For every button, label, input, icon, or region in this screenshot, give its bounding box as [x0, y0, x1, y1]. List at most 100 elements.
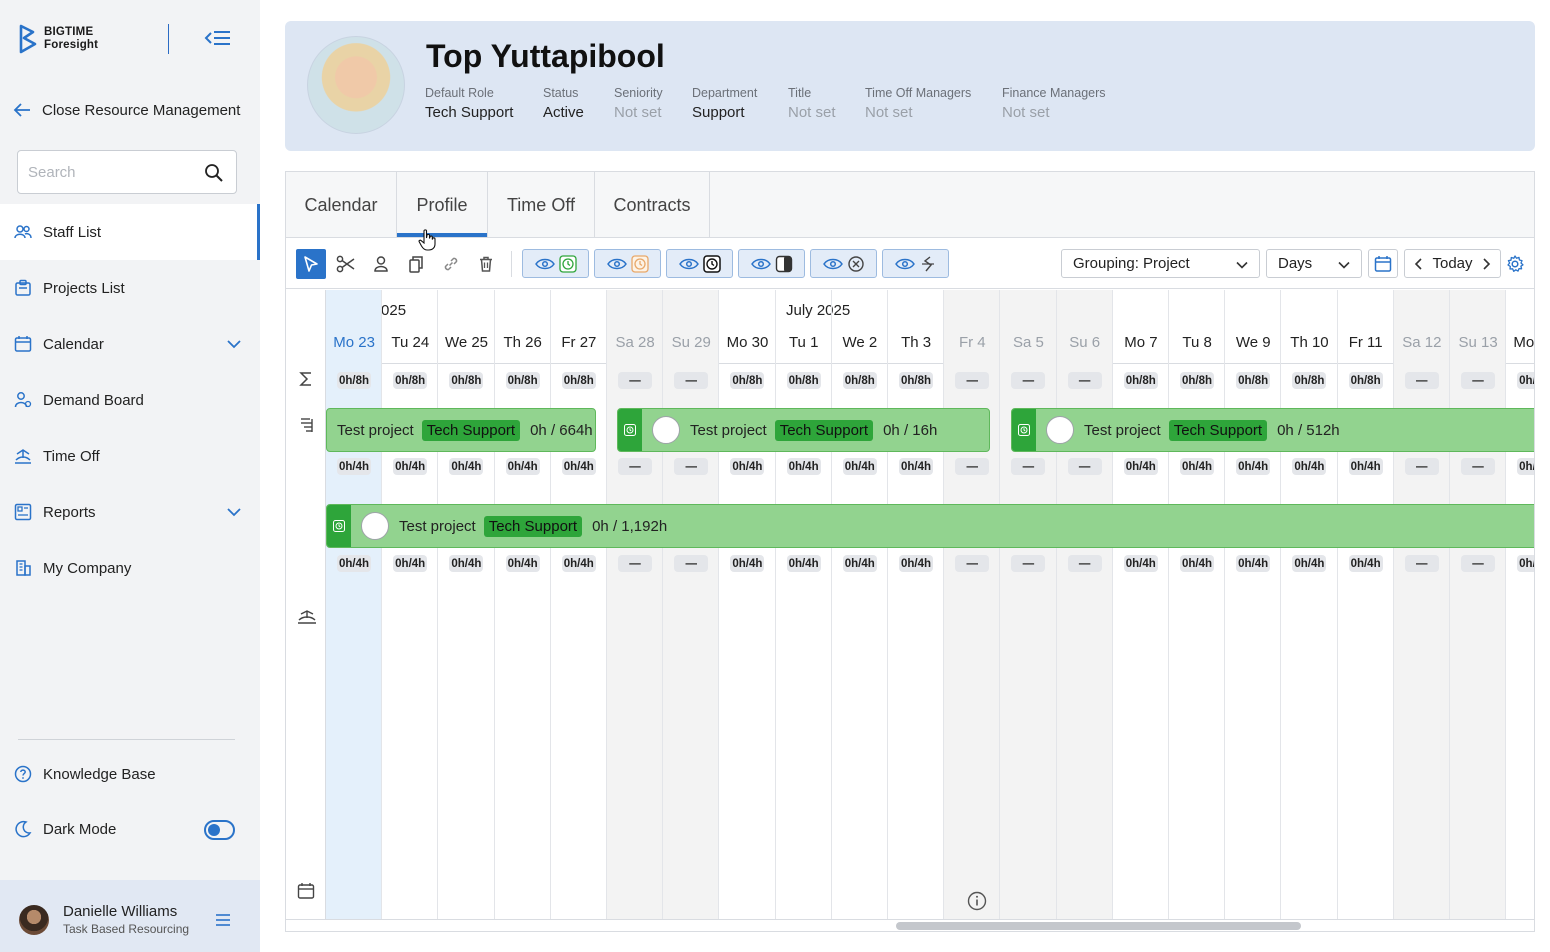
hours-label: 0h / 16h	[883, 421, 938, 439]
calendar-grid: June 2025 July 2025 Mo 230h/8h0h/4h0h/4h…	[286, 290, 1534, 920]
horizontal-scrollbar[interactable]	[896, 922, 1301, 930]
day-label: Tu 1	[788, 334, 819, 351]
close-resource-management-link[interactable]: Close Resource Management	[12, 100, 240, 120]
sidebar-item-label: Reports	[43, 503, 96, 521]
capacity-chip: 0h/8h	[1292, 372, 1327, 389]
time-off-icon	[15, 449, 31, 464]
capacity-chip: 0h/4h	[842, 555, 877, 572]
tab-profile[interactable]: Profile	[397, 172, 488, 238]
capacity-chip: 0h/4h	[730, 458, 765, 475]
select-tool-button[interactable]	[296, 249, 326, 279]
toggle-visibility-clock-orange[interactable]	[594, 249, 661, 278]
project-group-icon	[301, 418, 313, 432]
sidebar-item-demand-board[interactable]: Demand Board	[0, 372, 260, 428]
capacity-chip: 0h/4h	[505, 458, 540, 475]
today-button[interactable]: Today	[1432, 255, 1472, 272]
bigtime-logo-icon	[19, 24, 37, 54]
capacity-chip: 0h/4h	[449, 555, 484, 572]
sidebar-item-label: Staff List	[43, 223, 102, 241]
project-name: Test project	[399, 517, 476, 535]
capacity-chip: —	[1067, 372, 1102, 389]
role-chip: Tech Support	[774, 419, 874, 441]
collapse-sidebar-button[interactable]	[204, 28, 232, 50]
search-input[interactable]	[18, 151, 198, 193]
knowledge-base-link[interactable]: Knowledge Base	[14, 765, 156, 783]
sidebar-item-projects-list[interactable]: Projects List	[0, 260, 260, 316]
period-select[interactable]: Days	[1266, 249, 1362, 278]
dark-mode-row: Dark Mode	[14, 820, 116, 838]
capacity-chip: 0h/4h	[1348, 555, 1383, 572]
day-label: Mo 23	[333, 334, 375, 351]
capacity-chip: 0h/4h	[561, 555, 596, 572]
settings-gear-icon[interactable]	[1506, 255, 1524, 273]
capacity-chip: —	[1067, 555, 1102, 572]
capacity-chip: 0h/8h	[561, 372, 596, 389]
toggle-visibility-clock-black[interactable]	[666, 249, 733, 278]
sidebar-item-my-company[interactable]: My Company	[0, 540, 260, 596]
meta-value: Not set	[1002, 104, 1050, 121]
assignment-bar[interactable]: Test project Tech Support 0h / 664h	[326, 408, 596, 452]
current-user[interactable]: Danielle Williams Task Based Resourcing	[0, 880, 260, 952]
project-name: Test project	[1084, 421, 1161, 439]
toggle-visibility-clock-green[interactable]	[522, 249, 589, 278]
meta-value: Not set	[865, 104, 913, 121]
grouping-select[interactable]: Grouping: Project	[1061, 249, 1260, 278]
toggle-visibility-cancelled[interactable]	[810, 249, 877, 278]
clock-green-icon	[558, 254, 577, 273]
day-label: Su 6	[1069, 334, 1101, 351]
date-picker-button[interactable]	[1368, 249, 1398, 278]
user-menu-icon[interactable]	[215, 913, 231, 927]
tab-time-off[interactable]: Time Off	[488, 172, 595, 238]
sidebar-item-staff-list[interactable]: Staff List	[0, 204, 260, 260]
copy-icon	[409, 256, 423, 273]
split-tool-button[interactable]	[331, 249, 361, 279]
capacity-chip: 0h/4h	[449, 458, 484, 475]
tab-contracts[interactable]: Contracts	[595, 172, 710, 238]
dark-mode-toggle[interactable]	[204, 820, 235, 840]
moon-icon	[15, 820, 32, 838]
brand-logo[interactable]: BIGTIME Foresight	[18, 24, 98, 54]
info-icon[interactable]	[967, 891, 987, 911]
delete-button[interactable]	[471, 249, 501, 279]
day-label: We 2	[842, 334, 878, 351]
copy-button[interactable]	[401, 249, 431, 279]
sidebar-item-calendar[interactable]: Calendar	[0, 316, 260, 372]
assignee-avatar	[1046, 416, 1074, 444]
toggle-visibility-half-block[interactable]	[738, 249, 805, 278]
brand-line2: Foresight	[44, 39, 99, 51]
chevron-down-icon[interactable]	[226, 336, 242, 352]
pointer-icon	[304, 256, 318, 272]
meta-label: Title	[788, 86, 812, 100]
assignment-bar[interactable]: Test project Tech Support 0h / 16h	[617, 408, 990, 452]
capacity-chip: 0h/4h	[842, 458, 877, 475]
capacity-chip: 0h/8h	[337, 372, 371, 389]
toggle-visibility-unlinked[interactable]	[882, 249, 949, 278]
assign-person-button[interactable]	[366, 249, 396, 279]
sidebar-divider	[18, 739, 235, 740]
assignment-bar[interactable]: Test project Tech Support 0h / 512h	[1011, 408, 1534, 452]
capacity-chip: 0h/8h	[899, 372, 933, 389]
eye-icon	[534, 258, 555, 269]
capacity-chip: 0h/4h	[1292, 458, 1327, 475]
day-label: Th 10	[1290, 334, 1329, 351]
knowledge-base-label: Knowledge Base	[43, 765, 156, 783]
hours-label: 0h / 664h	[530, 421, 593, 439]
search-icon[interactable]	[204, 163, 224, 183]
link-button[interactable]	[436, 249, 466, 279]
chevron-down-icon[interactable]	[226, 504, 242, 520]
sidebar-item-time-off[interactable]: Time Off	[0, 428, 260, 484]
day-label: Mo 14	[1513, 334, 1535, 351]
capacity-chip: —	[1404, 372, 1439, 389]
assignment-bar[interactable]: Test project Tech Support 0h / 1,192h	[326, 504, 1534, 548]
capacity-chip: —	[955, 555, 990, 572]
capacity-chip: 0h/8h	[449, 372, 484, 389]
tab-calendar[interactable]: Calendar	[286, 172, 397, 238]
sidebar-item-reports[interactable]: Reports	[0, 484, 260, 540]
day-label: Fr 27	[561, 334, 597, 351]
chevron-left-icon[interactable]	[1413, 257, 1425, 271]
capacity-chip: 0h/4h	[1123, 458, 1158, 475]
capacity-chip: 0h/4h	[393, 555, 428, 572]
chevron-right-icon[interactable]	[1480, 257, 1492, 271]
capacity-chip: —	[1461, 372, 1495, 389]
capacity-chip: 0h/8h	[730, 372, 765, 389]
